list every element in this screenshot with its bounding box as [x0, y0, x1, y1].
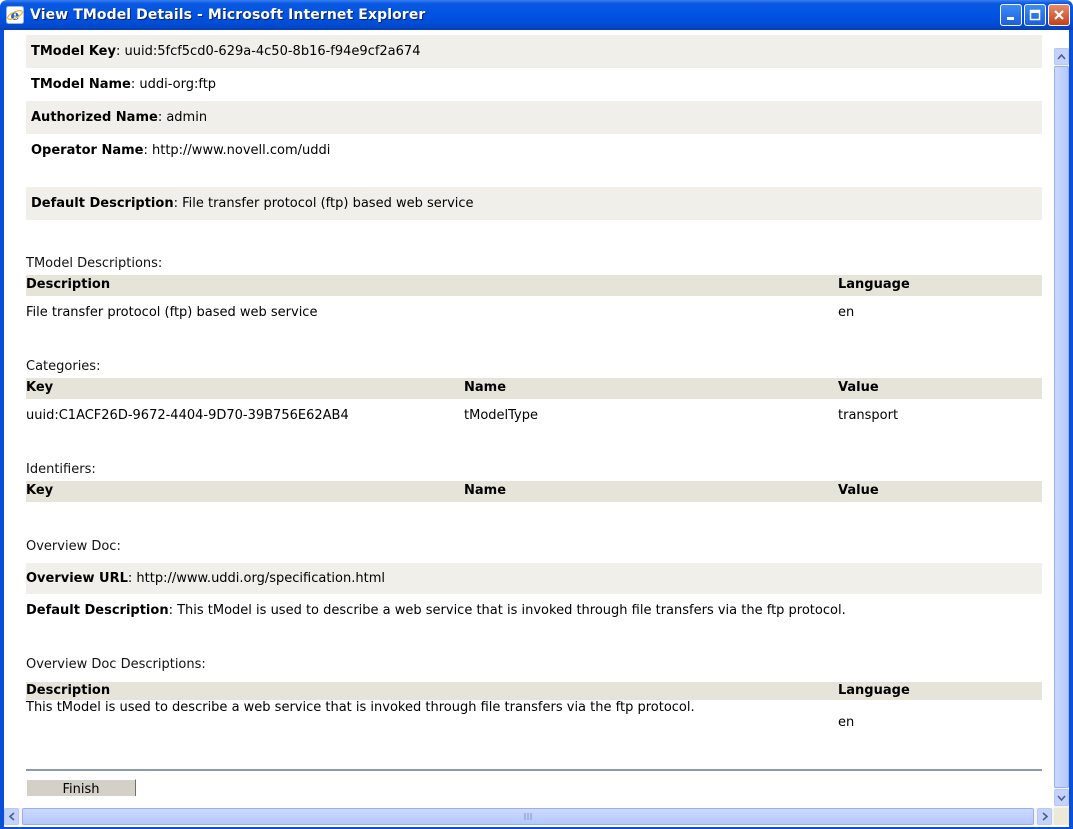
column-header-description: Description [26, 683, 111, 698]
finish-button[interactable]: Finish [26, 779, 136, 796]
overview-url-row: Overview URL: http://www.uddi.org/specif… [26, 563, 1042, 594]
scroll-left-button[interactable] [4, 808, 19, 825]
overview-default-description-row: Default Description: This tModel is used… [26, 595, 1054, 626]
description-cell: File transfer protocol (ftp) based web s… [26, 305, 318, 320]
tmodel-key-value: : uuid:5fcf5cd0-629a-4c50-8b16-f94e9cf2a… [115, 44, 421, 59]
categories-header: Key Name Value [26, 378, 1042, 399]
window-title: View TModel Details - Microsoft Internet… [30, 7, 426, 23]
column-header-key: Key [26, 380, 54, 395]
identifiers-header: Key Name Value [26, 481, 1042, 502]
operator-name-value: : http://www.novell.com/uddi [143, 143, 331, 158]
scroll-right-button[interactable] [1037, 808, 1052, 825]
overview-doc-descriptions-label: Overview Doc Descriptions: [26, 657, 206, 672]
chevron-up-icon [1057, 53, 1066, 60]
tmodel-key-row: TModel Key: uuid:5fcf5cd0-629a-4c50-8b16… [26, 35, 1042, 68]
overview-url-label: Overview URL [26, 571, 128, 586]
operator-name-row: Operator Name: http://www.novell.com/udd… [26, 134, 1042, 167]
ie-icon: e [6, 6, 24, 24]
chevron-down-icon [1057, 794, 1066, 801]
authorized-name-label: Authorized Name [31, 110, 158, 125]
overview-doc-descriptions-header: Description Language [26, 682, 1042, 700]
minimize-icon [1007, 17, 1014, 20]
horizontal-scrollbar[interactable] [4, 808, 1054, 825]
default-description-value: : File transfer protocol (ftp) based web… [173, 196, 474, 211]
scroll-thumb[interactable] [22, 808, 1034, 825]
column-header-key: Key [26, 483, 54, 498]
tmodel-name-label: TModel Name [31, 77, 131, 92]
close-button[interactable] [1048, 4, 1070, 26]
column-header-language: Language [838, 683, 910, 698]
overview-default-description-value: : This tModel is used to describe a web … [168, 603, 846, 618]
close-icon [1054, 10, 1064, 20]
tmodel-name-value: : uddi-org:ftp [130, 77, 217, 92]
scroll-thumb[interactable] [1054, 66, 1069, 788]
window-titlebar[interactable]: e View TModel Details - Microsoft Intern… [0, 0, 1073, 30]
scroll-down-button[interactable] [1054, 789, 1069, 806]
name-cell: tModelType [464, 408, 538, 423]
scrollbar-corner [1054, 808, 1069, 825]
column-header-value: Value [838, 483, 879, 498]
value-cell: transport [838, 408, 899, 423]
minimize-button[interactable] [1000, 4, 1022, 26]
identifiers-label: Identifiers: [26, 462, 96, 477]
tmodel-descriptions-header: Description Language [26, 275, 1042, 296]
column-header-value: Value [838, 380, 879, 395]
language-cell: en [838, 715, 855, 730]
overview-url-value: : http://www.uddi.org/specification.html [127, 571, 385, 586]
column-header-language: Language [838, 277, 910, 292]
key-cell: uuid:C1ACF26D-9672-4404-9D70-39B756E62AB… [26, 408, 349, 423]
chevron-left-icon [8, 812, 15, 821]
default-description-label: Default Description [31, 196, 174, 211]
tmodel-key-label: TModel Key [31, 44, 116, 59]
scroll-up-button[interactable] [1054, 48, 1069, 65]
maximize-button[interactable] [1024, 4, 1046, 26]
column-header-name: Name [464, 483, 507, 498]
chevron-right-icon [1041, 812, 1048, 821]
tmodel-descriptions-label: TModel Descriptions: [26, 256, 163, 271]
column-header-description: Description [26, 277, 111, 292]
overview-default-description-label: Default Description [26, 603, 169, 618]
authorized-name-row: Authorized Name: admin [26, 101, 1042, 134]
language-cell: en [838, 305, 855, 320]
grip-icon [524, 813, 532, 820]
content-viewport: TModel Key: uuid:5fcf5cd0-629a-4c50-8b16… [4, 30, 1054, 796]
default-description-row: Default Description: File transfer proto… [26, 187, 1042, 220]
operator-name-label: Operator Name [31, 143, 144, 158]
authorized-name-value: : admin [157, 110, 208, 125]
tmodel-name-row: TModel Name: uddi-org:ftp [26, 68, 1042, 101]
description-cell: This tModel is used to describe a web se… [26, 700, 695, 715]
categories-label: Categories: [26, 359, 101, 374]
maximize-icon [1029, 9, 1041, 21]
overview-doc-label: Overview Doc: [26, 539, 121, 554]
window-frame-right [1069, 30, 1073, 829]
column-header-name: Name [464, 380, 507, 395]
divider [26, 769, 1042, 771]
vertical-scrollbar[interactable] [1054, 48, 1069, 808]
